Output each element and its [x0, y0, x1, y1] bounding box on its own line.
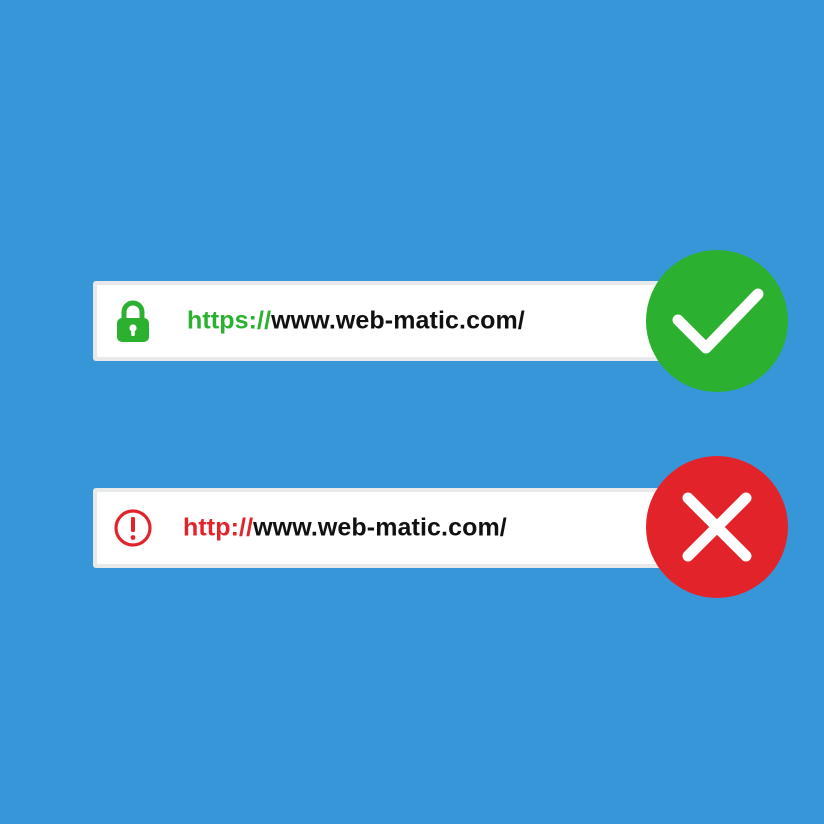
insecure-address-bar[interactable]: http://www.web-matic.com/	[93, 488, 693, 568]
secure-url-protocol: https://	[187, 306, 272, 335]
insecure-url: http://www.web-matic.com/	[183, 514, 507, 543]
background: https://www.web-matic.com/ http://www.we…	[0, 0, 824, 824]
secure-url: https://www.web-matic.com/	[187, 307, 525, 336]
secure-status-badge	[646, 250, 788, 392]
warning-circle-icon	[113, 508, 153, 548]
insecure-status-badge	[646, 456, 788, 598]
cross-icon	[646, 456, 788, 598]
insecure-address-bar-field[interactable]: http://www.web-matic.com/	[97, 492, 689, 564]
insecure-url-protocol: http://	[183, 513, 254, 542]
insecure-url-domain: www.web-matic.com/	[253, 513, 507, 542]
lock-icon	[113, 300, 153, 342]
secure-address-bar[interactable]: https://www.web-matic.com/	[93, 281, 693, 361]
secure-url-domain: www.web-matic.com/	[271, 306, 525, 335]
secure-address-bar-field[interactable]: https://www.web-matic.com/	[97, 285, 689, 357]
checkmark-icon	[646, 250, 788, 392]
